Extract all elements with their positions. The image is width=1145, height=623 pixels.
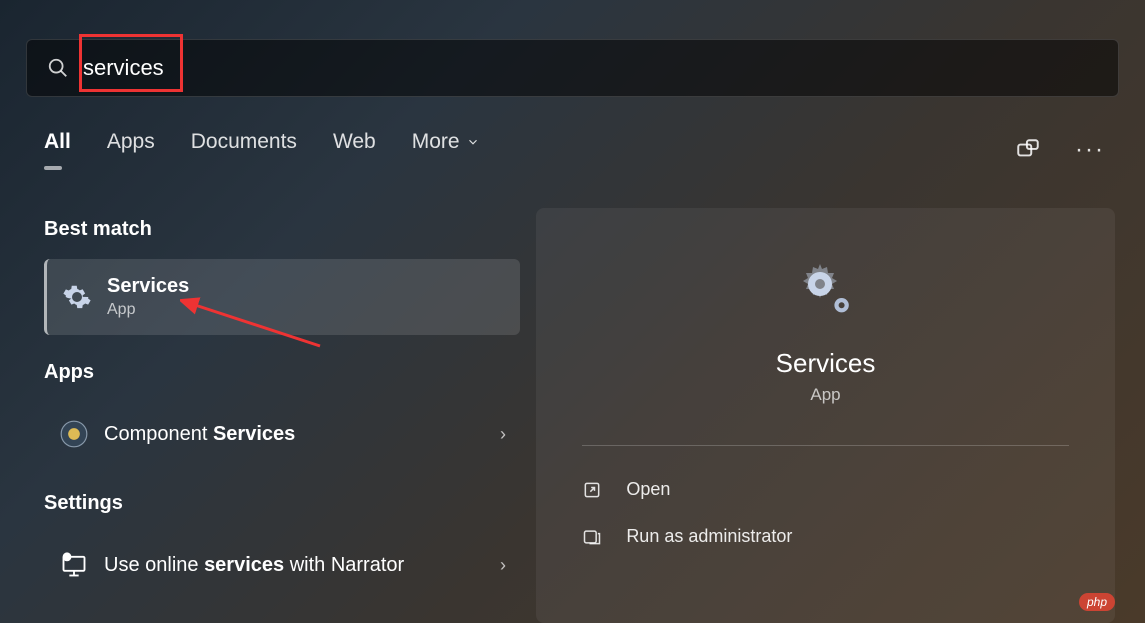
result-narrator-services[interactable]: Use online services with Narrator › <box>44 533 520 597</box>
result-subtitle: App <box>107 301 189 319</box>
text-prefix: Use online <box>104 554 204 576</box>
monitor-icon <box>58 549 90 581</box>
result-title: Use online services with Narrator <box>104 554 404 577</box>
filter-tabs: All Apps Documents Web More <box>44 130 1101 164</box>
section-apps: Apps <box>44 361 520 384</box>
tab-documents[interactable]: Documents <box>191 130 297 164</box>
result-component-services[interactable]: Component Services › <box>44 402 520 466</box>
text-match: services <box>204 554 284 576</box>
action-label: Run as administrator <box>626 526 792 547</box>
divider <box>582 445 1068 446</box>
gear-icon <box>61 281 93 313</box>
text-prefix: Component <box>104 423 213 445</box>
chevron-down-icon <box>466 135 480 149</box>
action-run-admin[interactable]: Run as administrator <box>582 513 1068 560</box>
action-list: Open Run as administrator <box>582 466 1068 560</box>
watermark: php <box>1079 593 1115 611</box>
result-services[interactable]: Services App <box>44 259 520 335</box>
search-input[interactable] <box>83 55 483 81</box>
tab-more-label: More <box>412 130 460 154</box>
search-icon <box>47 57 69 79</box>
tab-more[interactable]: More <box>412 130 480 164</box>
tab-web[interactable]: Web <box>333 130 376 164</box>
admin-icon <box>582 527 602 547</box>
section-best-match: Best match <box>44 218 520 241</box>
result-title: Component Services <box>104 423 295 446</box>
text-suffix: with Narrator <box>284 554 404 576</box>
search-bar[interactable] <box>26 39 1119 97</box>
result-title: Services <box>107 275 189 298</box>
text-match: Services <box>213 423 295 445</box>
results-column: Best match Services App Apps Component S… <box>44 218 520 597</box>
details-title: Services <box>776 348 876 379</box>
tab-apps[interactable]: Apps <box>107 130 155 164</box>
details-subtitle: App <box>810 385 840 405</box>
toolbar-right: ··· <box>1015 136 1105 164</box>
more-options-icon[interactable]: ··· <box>1075 136 1105 164</box>
chat-icon[interactable] <box>1015 137 1041 163</box>
chevron-right-icon: › <box>500 424 506 445</box>
action-label: Open <box>626 479 670 500</box>
chevron-right-icon: › <box>500 555 506 576</box>
component-icon <box>58 418 90 450</box>
details-panel: Services App Open Run as administrator <box>536 208 1115 623</box>
tab-all[interactable]: All <box>44 130 71 164</box>
section-settings: Settings <box>44 492 520 515</box>
action-open[interactable]: Open <box>582 466 1068 513</box>
gear-icon-large <box>794 262 858 326</box>
open-icon <box>582 480 602 500</box>
